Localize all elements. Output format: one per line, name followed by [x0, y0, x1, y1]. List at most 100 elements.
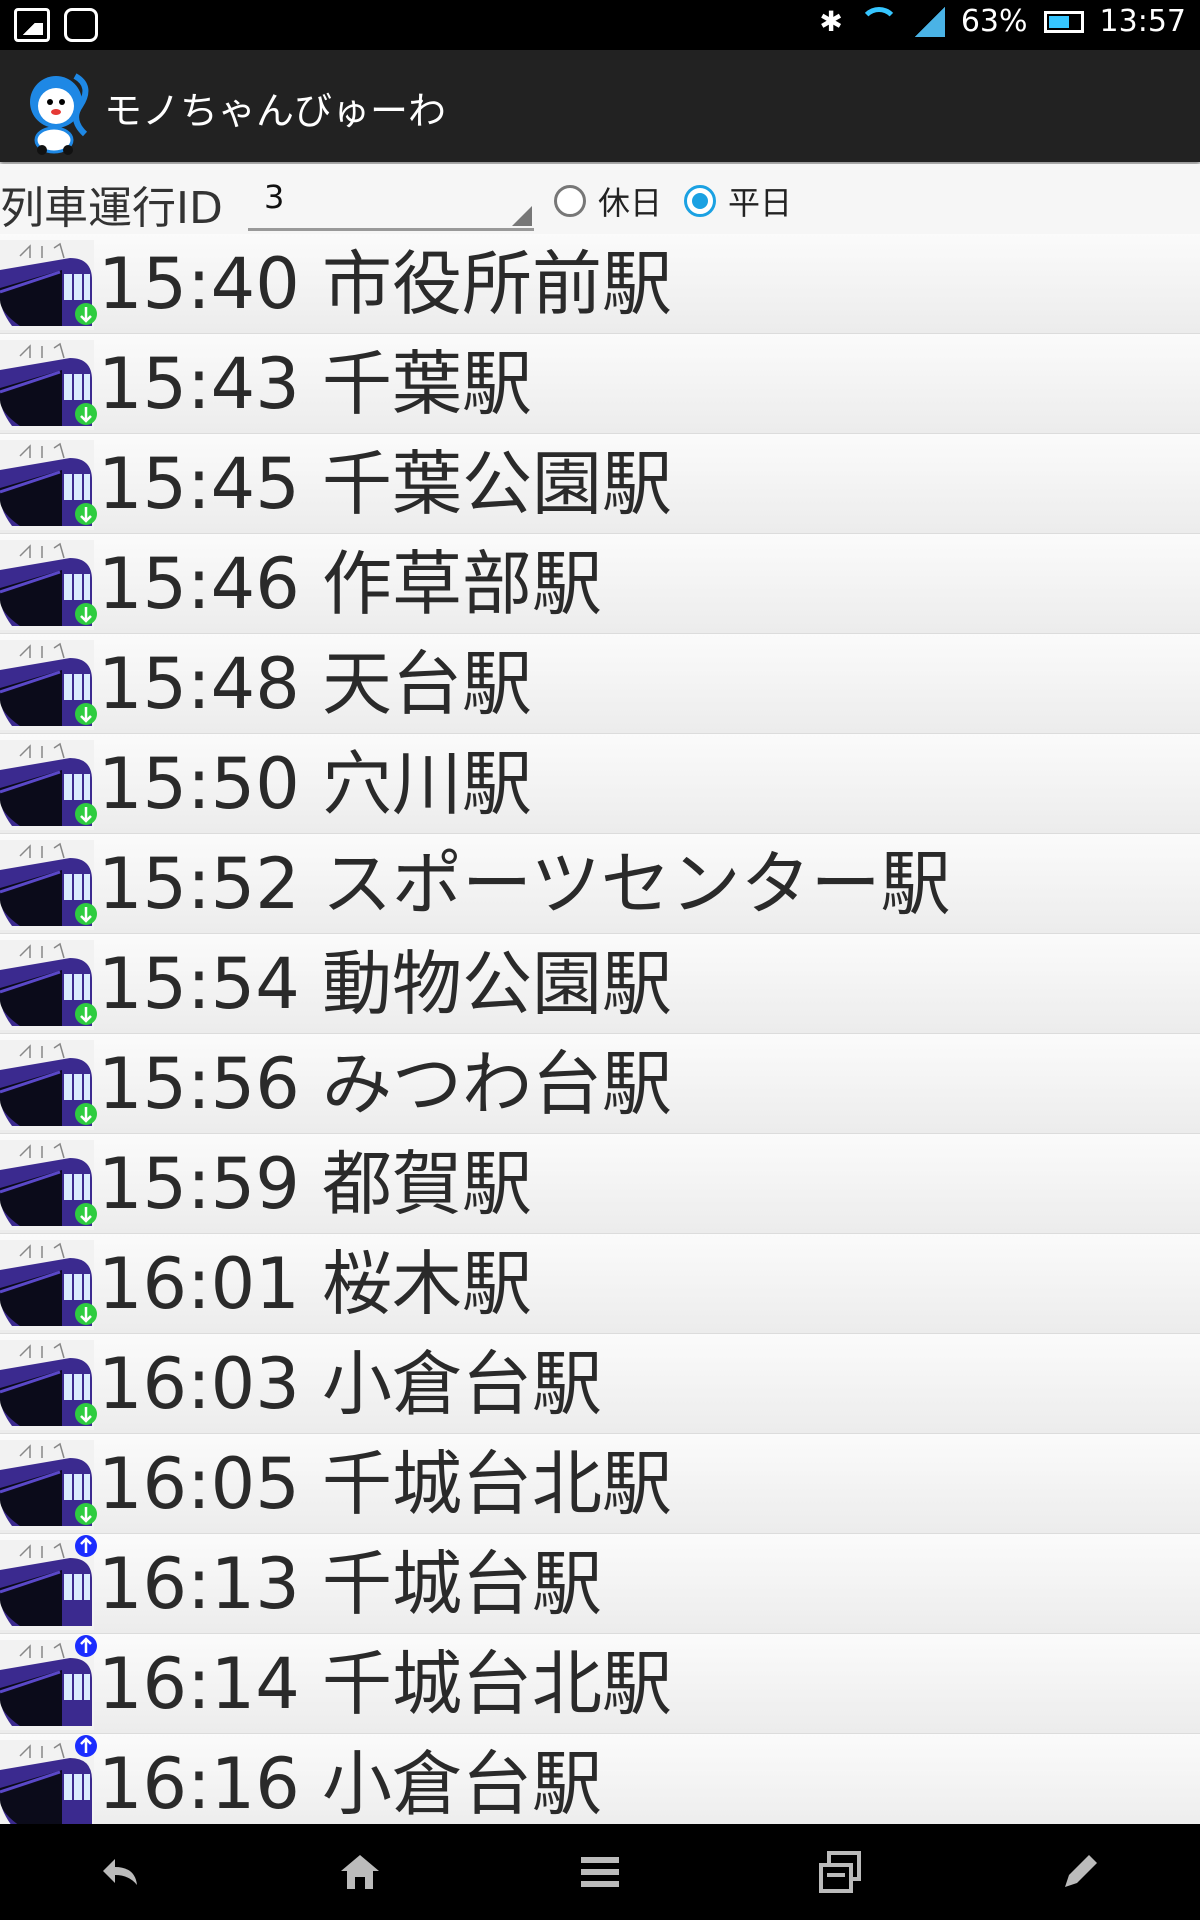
train-id-spinner[interactable]: 3	[248, 176, 534, 231]
battery-icon	[1043, 10, 1084, 33]
stop-list[interactable]: 15:40 市役所前駅 15:43 千葉駅 15:45 千葉公園駅 15:46 …	[0, 234, 1200, 1824]
direction-arrow-icon	[75, 1503, 97, 1525]
train-id-label: 列車運行ID	[0, 183, 223, 234]
direction-arrow-icon	[75, 1203, 97, 1225]
recent-apps-icon[interactable]	[815, 1847, 865, 1897]
stop-station: 小倉台駅	[322, 1343, 602, 1425]
monkey-mascot-icon[interactable]	[20, 56, 100, 156]
direction-arrow-icon	[75, 1103, 97, 1125]
stop-time: 16:05	[98, 1443, 300, 1525]
stop-time: 15:48	[98, 643, 300, 725]
stop-entry: 15:54 動物公園駅	[98, 946, 672, 1022]
list-item[interactable]: 16:03 小倉台駅	[0, 1334, 1200, 1434]
stop-time: 16:01	[98, 1243, 300, 1325]
weekday-label: 平日	[728, 184, 793, 222]
stop-time: 15:52	[98, 843, 300, 925]
stop-entry: 15:48 天台駅	[98, 646, 532, 722]
stop-time: 15:43	[98, 343, 300, 425]
menu-icon[interactable]	[575, 1847, 625, 1897]
stop-entry: 16:03 小倉台駅	[98, 1346, 602, 1422]
stop-station: 穴川駅	[322, 743, 532, 825]
stop-station: 都賀駅	[322, 1143, 532, 1225]
home-icon[interactable]	[335, 1847, 385, 1897]
stop-station: 千葉駅	[322, 343, 532, 425]
stop-entry: 16:14 千城台北駅	[98, 1646, 672, 1722]
stop-station: みつわ台駅	[322, 1043, 672, 1125]
stop-time: 16:03	[98, 1343, 300, 1425]
stop-entry: 15:52 スポーツセンター駅	[98, 846, 951, 922]
holiday-radio[interactable]: 休日	[554, 178, 662, 224]
list-item[interactable]: 15:48 天台駅	[0, 634, 1200, 734]
direction-arrow-icon	[75, 503, 97, 525]
stop-entry: 15:45 千葉公園駅	[98, 446, 672, 522]
holiday-radio-circle[interactable]	[554, 185, 586, 217]
direction-arrow-icon	[75, 1003, 97, 1025]
stop-station: スポーツセンター駅	[322, 843, 951, 925]
direction-arrow-icon	[75, 903, 97, 925]
stop-time: 15:46	[98, 543, 300, 625]
list-item[interactable]: 15:54 動物公園駅	[0, 934, 1200, 1034]
controls-bar: 列車運行ID 3 休日 平日	[0, 164, 1200, 234]
weekday-radio-circle[interactable]	[684, 185, 716, 217]
battery-percent: 63%	[960, 4, 1028, 39]
stop-time: 16:14	[98, 1643, 300, 1725]
list-item[interactable]: 15:45 千葉公園駅	[0, 434, 1200, 534]
stop-station: 桜木駅	[322, 1243, 532, 1325]
list-item[interactable]: 15:56 みつわ台駅	[0, 1034, 1200, 1134]
direction-arrow-icon	[75, 803, 97, 825]
bluetooth-icon: ✱	[819, 5, 843, 38]
holiday-label: 休日	[598, 184, 663, 222]
clock: 13:57	[1099, 4, 1186, 39]
gallery-icon	[14, 8, 50, 42]
stop-time: 15:59	[98, 1143, 300, 1225]
stop-entry: 15:46 作草部駅	[98, 546, 602, 622]
stop-entry: 15:59 都賀駅	[98, 1146, 532, 1222]
stop-entry: 15:50 穴川駅	[98, 746, 532, 822]
list-item[interactable]: 16:13 千城台駅	[0, 1534, 1200, 1634]
stop-entry: 16:01 桜木駅	[98, 1246, 532, 1322]
direction-arrow-icon	[75, 1403, 97, 1425]
weekday-radio[interactable]: 平日	[684, 178, 792, 224]
direction-arrow-icon	[75, 1535, 97, 1557]
wifi-icon	[858, 6, 899, 37]
list-item[interactable]: 16:05 千城台北駅	[0, 1434, 1200, 1534]
stop-time: 16:16	[98, 1743, 300, 1824]
list-item[interactable]: 15:50 穴川駅	[0, 734, 1200, 834]
direction-arrow-icon	[75, 1635, 97, 1657]
list-item[interactable]: 15:52 スポーツセンター駅	[0, 834, 1200, 934]
stop-station: 作草部駅	[322, 543, 602, 625]
stop-time: 16:13	[98, 1543, 300, 1625]
stop-entry: 15:43 千葉駅	[98, 346, 532, 422]
direction-arrow-icon	[75, 1303, 97, 1325]
direction-arrow-icon	[75, 303, 97, 325]
stop-station: 千城台北駅	[322, 1443, 672, 1525]
list-item[interactable]: 16:01 桜木駅	[0, 1234, 1200, 1334]
back-icon[interactable]	[95, 1847, 145, 1897]
direction-arrow-icon	[75, 1735, 97, 1757]
stop-time: 15:45	[98, 443, 300, 525]
direction-arrow-icon	[75, 403, 97, 425]
edit-icon[interactable]	[1055, 1847, 1105, 1897]
stop-station: 天台駅	[322, 643, 532, 725]
action-bar: モノちゃんびゅーわ	[0, 50, 1200, 162]
stop-station: 小倉台駅	[322, 1743, 602, 1824]
stop-entry: 16:13 千城台駅	[98, 1546, 602, 1622]
list-item[interactable]: 15:40 市役所前駅	[0, 234, 1200, 334]
stop-entry: 16:16 小倉台駅	[98, 1746, 602, 1822]
stop-station: 動物公園駅	[322, 943, 672, 1025]
list-item[interactable]: 15:43 千葉駅	[0, 334, 1200, 434]
stop-station: 千城台駅	[322, 1543, 602, 1625]
list-item[interactable]: 16:14 千城台北駅	[0, 1634, 1200, 1734]
stop-time: 15:56	[98, 1043, 300, 1125]
direction-arrow-icon	[75, 703, 97, 725]
list-item[interactable]: 15:59 都賀駅	[0, 1134, 1200, 1234]
app-title: モノちゃんびゅーわ	[104, 89, 447, 133]
stop-entry: 15:56 みつわ台駅	[98, 1046, 672, 1122]
smartwatch-icon	[64, 8, 98, 42]
list-item[interactable]: 15:46 作草部駅	[0, 534, 1200, 634]
stop-time: 15:40	[98, 243, 300, 325]
stop-entry: 16:05 千城台北駅	[98, 1446, 672, 1522]
list-item[interactable]: 16:16 小倉台駅	[0, 1734, 1200, 1824]
navigation-bar	[0, 1824, 1200, 1920]
signal-icon	[914, 6, 945, 37]
